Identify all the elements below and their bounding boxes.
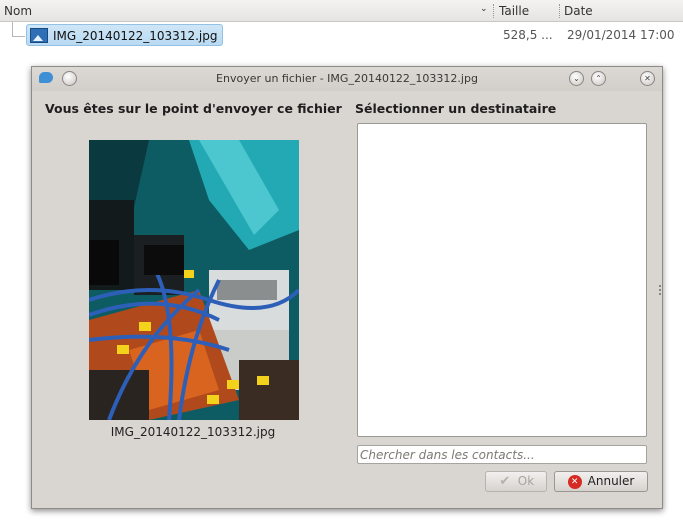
recipient-section-heading: Sélectionner un destinataire — [355, 101, 557, 116]
cancel-button[interactable]: ✕ Annuler — [554, 471, 648, 492]
photo-thumbnail — [89, 140, 299, 420]
column-separator[interactable] — [559, 4, 561, 18]
chevron-down-icon[interactable]: ⌄ — [480, 4, 488, 14]
close-button[interactable]: ✕ — [640, 71, 655, 86]
dialog-title: Envoyer un fichier - IMG_20140122_103312… — [216, 72, 478, 85]
column-separator[interactable] — [493, 4, 495, 18]
cancel-button-label: Annuler — [587, 474, 635, 488]
file-section-heading: Vous êtes sur le point d'envoyer ce fich… — [45, 101, 342, 116]
recipient-list[interactable] — [357, 123, 647, 437]
column-header-date[interactable]: Date — [564, 4, 593, 18]
column-header-name[interactable]: Nom — [4, 4, 32, 18]
image-preview — [89, 140, 299, 420]
file-row-selected[interactable]: IMG_20140122_103312.jpg — [26, 24, 223, 46]
preview-caption: IMG_20140122_103312.jpg — [110, 425, 276, 439]
image-file-icon — [30, 28, 48, 43]
file-name: IMG_20140122_103312.jpg — [53, 29, 218, 43]
cancel-icon: ✕ — [567, 474, 582, 489]
dialog-titlebar[interactable]: Envoyer un fichier - IMG_20140122_103312… — [32, 67, 662, 91]
ok-button[interactable]: ✔ Ok — [485, 471, 547, 492]
contact-search-input[interactable] — [357, 445, 647, 464]
file-size: 528,5 ... — [503, 28, 553, 42]
file-list-header: Nom ⌄ Taille Date — [0, 0, 683, 22]
send-file-dialog: Envoyer un fichier - IMG_20140122_103312… — [31, 66, 663, 509]
tree-branch-line — [12, 22, 25, 37]
checkmark-icon: ✔ — [499, 473, 511, 489]
column-header-size[interactable]: Taille — [499, 4, 529, 18]
maximize-button[interactable]: ⌃ — [591, 71, 606, 86]
resize-grip-icon[interactable] — [659, 285, 663, 295]
minimize-button[interactable]: ⌄ — [569, 71, 584, 86]
ok-button-label: Ok — [517, 474, 535, 488]
file-date: 29/01/2014 17:00 — [567, 28, 675, 42]
